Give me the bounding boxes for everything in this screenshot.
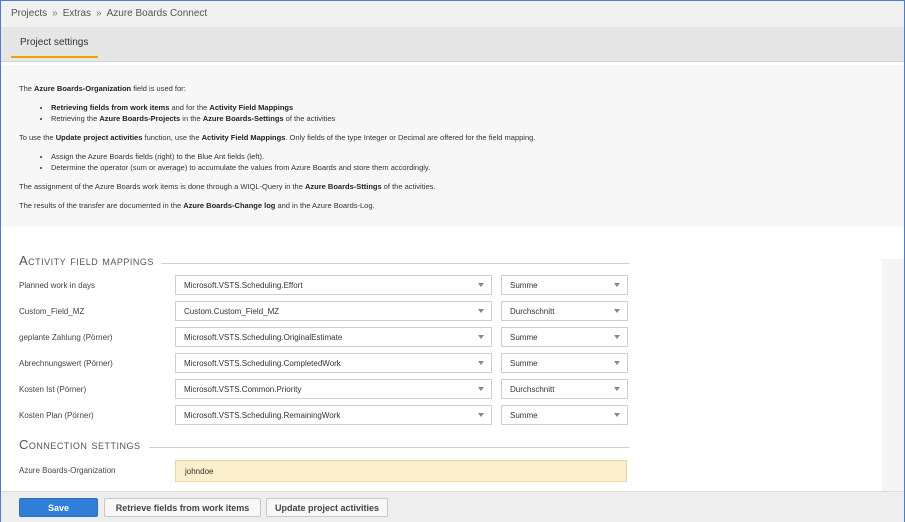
breadcrumb-projects[interactable]: Projects: [11, 8, 47, 19]
list-item: Assign the Azure Boards fields (right) t…: [51, 151, 904, 162]
chevron-down-icon: [614, 309, 620, 313]
mapping-row: Kosten Ist (Pörner) Microsoft.VSTS.Commo…: [19, 379, 639, 401]
mapping-label: Abrechnungswert (Pörner): [19, 359, 113, 368]
mapping-label: Planned work in days: [19, 281, 96, 290]
info-paragraph: The assignment of the Azure Boards work …: [19, 182, 436, 191]
mapping-label: Custom_Field_MZ: [19, 307, 85, 316]
section-title-connection: Connection settings: [19, 437, 141, 452]
section-divider: [149, 447, 629, 448]
breadcrumb-azure-boards-connect[interactable]: Azure Boards Connect: [107, 8, 208, 19]
operator-select[interactable]: Durchschnitt: [501, 301, 628, 321]
chevron-down-icon: [478, 283, 484, 287]
chevron-down-icon: [478, 335, 484, 339]
connection-row: Azure Boards-Organization johndoe: [19, 460, 639, 482]
mapping-row: geplante Zahlung (Pörner) Microsoft.VSTS…: [19, 327, 639, 349]
breadcrumb-separator: »: [52, 8, 58, 19]
info-paragraph: The Azure Boards-Organization field is u…: [19, 84, 186, 93]
operator-select[interactable]: Summe: [501, 327, 628, 347]
mapping-label: geplante Zahlung (Pörner): [19, 333, 113, 342]
chevron-down-icon: [614, 335, 620, 339]
list-item: Retrieving the Azure Boards-Projects in …: [51, 113, 904, 124]
org-label: Azure Boards-Organization: [19, 466, 116, 475]
mapping-row: Abrechnungswert (Pörner) Microsoft.VSTS.…: [19, 353, 639, 375]
chevron-down-icon: [614, 283, 620, 287]
mapping-row: Custom_Field_MZ Custom.Custom_Field_MZ D…: [19, 301, 639, 323]
list-item: Retrieving fields from work items and fo…: [51, 102, 904, 113]
mapping-row: Planned work in days Microsoft.VSTS.Sche…: [19, 275, 639, 297]
chevron-down-icon: [614, 413, 620, 417]
save-button[interactable]: Save: [19, 498, 98, 517]
mapping-label: Kosten Ist (Pörner): [19, 385, 87, 394]
footer-toolbar: Save Retrieve fields from work items Upd…: [1, 491, 904, 522]
chevron-down-icon: [478, 309, 484, 313]
tab-bar: Project settings: [1, 27, 904, 62]
azure-field-select[interactable]: Microsoft.VSTS.Scheduling.CompletedWork: [175, 353, 492, 373]
azure-field-select[interactable]: Microsoft.VSTS.Scheduling.OriginalEstima…: [175, 327, 492, 347]
operator-select[interactable]: Summe: [501, 275, 628, 295]
section-divider: [161, 263, 629, 264]
breadcrumb-separator: »: [96, 8, 102, 19]
azure-field-select[interactable]: Microsoft.VSTS.Scheduling.RemainingWork: [175, 405, 492, 425]
scroll-area: [882, 259, 904, 491]
info-panel: The Azure Boards-Organization field is u…: [1, 65, 904, 227]
list-item: Determine the operator (sum or average) …: [51, 162, 904, 173]
breadcrumb: Projects » Extras » Azure Boards Connect: [1, 1, 904, 27]
mapping-row: Kosten Plan (Pörner) Microsoft.VSTS.Sche…: [19, 405, 639, 427]
operator-select[interactable]: Durchschnitt: [501, 379, 628, 399]
mapping-label: Kosten Plan (Pörner): [19, 411, 94, 420]
chevron-down-icon: [478, 387, 484, 391]
org-input[interactable]: johndoe: [175, 460, 627, 482]
azure-field-select[interactable]: Microsoft.VSTS.Scheduling.Effort: [175, 275, 492, 295]
info-paragraph: To use the Update project activities fun…: [19, 133, 536, 142]
chevron-down-icon: [478, 413, 484, 417]
chevron-down-icon: [614, 361, 620, 365]
info-list: Assign the Azure Boards fields (right) t…: [19, 151, 904, 173]
info-paragraph: The results of the transfer are document…: [19, 201, 375, 210]
azure-field-select[interactable]: Microsoft.VSTS.Common.Priority: [175, 379, 492, 399]
section-title-mappings: Activity field mappings: [19, 253, 154, 268]
chevron-down-icon: [478, 361, 484, 365]
breadcrumb-extras[interactable]: Extras: [63, 8, 91, 19]
azure-field-select[interactable]: Custom.Custom_Field_MZ: [175, 301, 492, 321]
update-activities-button[interactable]: Update project activities: [266, 498, 388, 517]
operator-select[interactable]: Summe: [501, 405, 628, 425]
operator-select[interactable]: Summe: [501, 353, 628, 373]
retrieve-fields-button[interactable]: Retrieve fields from work items: [104, 498, 261, 517]
tab-project-settings[interactable]: Project settings: [11, 35, 99, 58]
info-list: Retrieving fields from work items and fo…: [19, 102, 904, 124]
chevron-down-icon: [614, 387, 620, 391]
